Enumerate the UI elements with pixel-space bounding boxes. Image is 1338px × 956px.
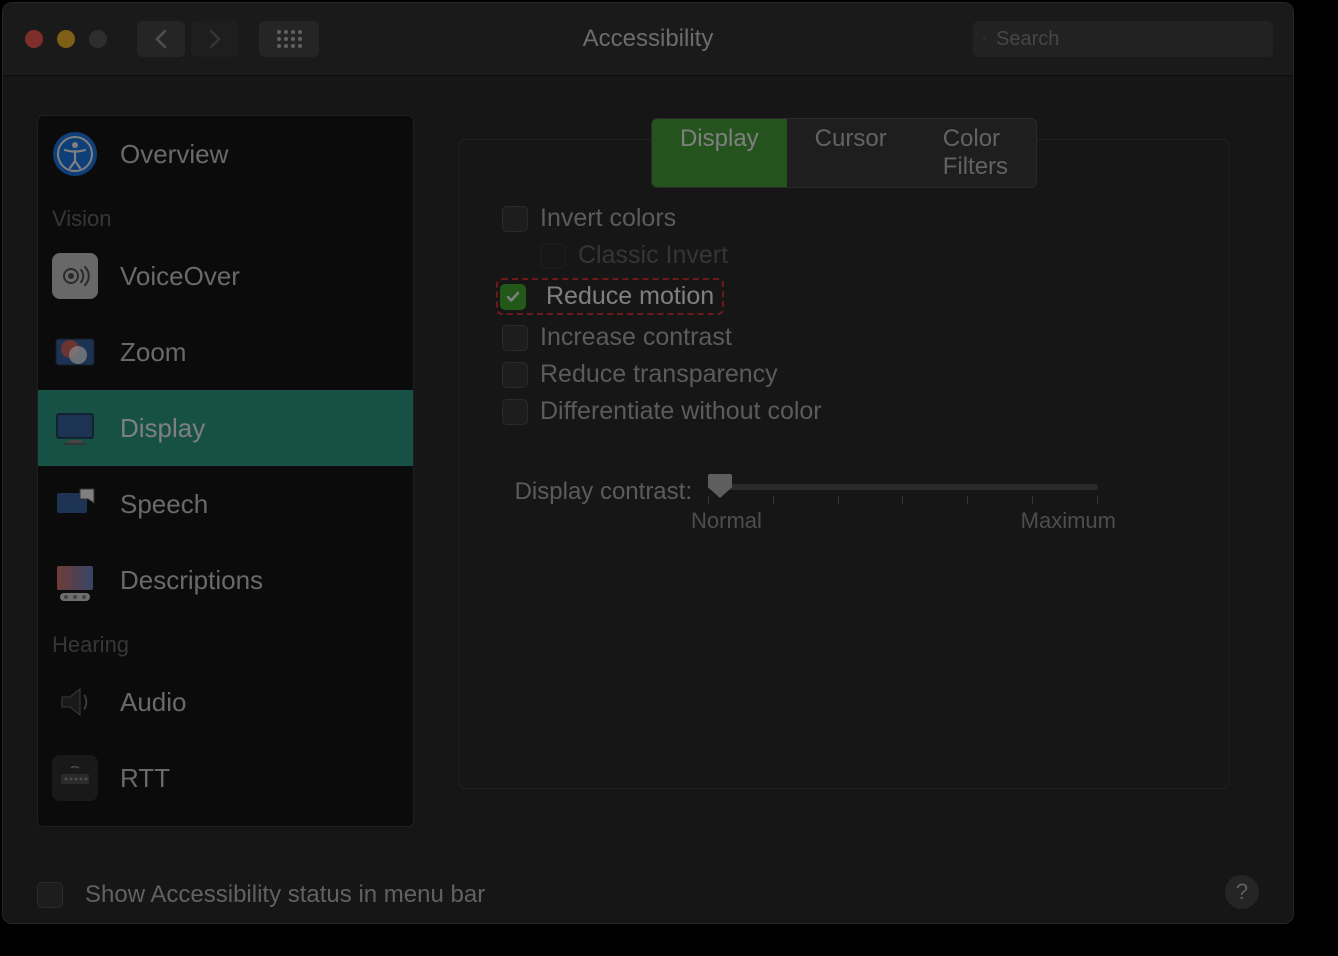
tab-color-filters[interactable]: Color Filters xyxy=(915,119,1036,187)
chevron-right-icon xyxy=(208,29,222,49)
display-contrast-slider[interactable] xyxy=(708,484,1098,490)
sidebar-item-voiceover[interactable]: VoiceOver xyxy=(38,238,413,314)
show-all-button[interactable] xyxy=(259,21,319,57)
checkbox-show-status-menubar[interactable] xyxy=(37,882,63,908)
option-label: Differentiate without color xyxy=(540,397,822,426)
close-window-button[interactable] xyxy=(25,30,43,48)
sidebar-item-label: Zoom xyxy=(120,337,413,368)
display-options: Invert colors Classic Invert Reduce moti… xyxy=(502,196,1168,534)
option-label: Classic Invert xyxy=(578,241,728,270)
option-label: Increase contrast xyxy=(540,323,732,352)
sidebar-item-label: RTT xyxy=(120,763,413,794)
sidebar-section-vision: Vision xyxy=(38,192,413,238)
sidebar: Overview Vision VoiceOver Zoom Display xyxy=(37,115,414,827)
option-increase-contrast[interactable]: Increase contrast xyxy=(502,323,1168,352)
window-controls xyxy=(25,30,107,48)
sidebar-item-overview[interactable]: Overview xyxy=(38,116,413,192)
option-label: Reduce transparency xyxy=(540,360,778,389)
sidebar-item-label: Display xyxy=(120,413,413,444)
zoom-icon xyxy=(52,329,98,375)
audio-icon xyxy=(52,679,98,725)
checkbox-reduce-motion[interactable] xyxy=(500,284,526,310)
checkbox-differentiate-without-color[interactable] xyxy=(502,399,528,425)
slider-max-label: Maximum xyxy=(1021,508,1116,534)
display-panel: Display Cursor Color Filters Invert colo… xyxy=(459,139,1229,789)
option-label: Invert colors xyxy=(540,204,676,233)
minimize-window-button[interactable] xyxy=(57,30,75,48)
show-status-label: Show Accessibility status in menu bar xyxy=(85,881,485,909)
search-icon xyxy=(983,30,986,48)
help-icon: ? xyxy=(1236,879,1248,905)
tab-cursor[interactable]: Cursor xyxy=(787,119,915,187)
sidebar-item-audio[interactable]: Audio xyxy=(38,664,413,740)
option-invert-colors[interactable]: Invert colors xyxy=(502,204,1168,233)
option-reduce-motion-highlight: Reduce motion xyxy=(496,278,724,315)
checkbox-reduce-transparency[interactable] xyxy=(502,362,528,388)
forward-button[interactable] xyxy=(191,21,239,57)
bottom-bar: Show Accessibility status in menu bar ? xyxy=(37,881,1259,909)
option-label: Reduce motion xyxy=(546,282,714,311)
slider-thumb[interactable] xyxy=(708,474,732,498)
option-differentiate-without-color[interactable]: Differentiate without color xyxy=(502,397,1168,426)
sidebar-item-speech[interactable]: Speech xyxy=(38,466,413,542)
checkbox-increase-contrast[interactable] xyxy=(502,325,528,351)
speech-icon xyxy=(52,481,98,527)
display-contrast-slider-wrap: Normal Maximum xyxy=(708,476,1168,534)
rtt-icon xyxy=(52,755,98,801)
nav-buttons xyxy=(137,21,239,57)
sidebar-item-label: Audio xyxy=(120,687,413,718)
slider-ticks xyxy=(708,496,1098,504)
option-reduce-transparency[interactable]: Reduce transparency xyxy=(502,360,1168,389)
back-button[interactable] xyxy=(137,21,185,57)
tab-display[interactable]: Display xyxy=(652,119,787,187)
search-field[interactable] xyxy=(973,21,1273,57)
display-contrast-label: Display contrast: xyxy=(502,476,708,506)
checkbox-classic-invert xyxy=(540,243,566,269)
descriptions-icon xyxy=(52,557,98,603)
tab-bar: Display Cursor Color Filters xyxy=(651,118,1037,188)
sidebar-section-hearing: Hearing xyxy=(38,618,413,664)
sidebar-item-label: Descriptions xyxy=(120,565,413,596)
search-input[interactable] xyxy=(994,27,1263,52)
grid-icon xyxy=(276,29,302,49)
sidebar-item-descriptions[interactable]: Descriptions xyxy=(38,542,413,618)
titlebar: Accessibility xyxy=(3,3,1293,76)
sidebar-item-rtt[interactable]: RTT xyxy=(38,740,413,816)
checkbox-invert-colors[interactable] xyxy=(502,206,528,232)
display-contrast-row: Display contrast: Normal Maximum xyxy=(502,476,1168,534)
sidebar-item-display[interactable]: Display xyxy=(38,390,413,466)
sidebar-item-label: VoiceOver xyxy=(120,261,413,292)
sidebar-item-label: Overview xyxy=(120,139,413,170)
option-classic-invert: Classic Invert xyxy=(540,241,1168,270)
slider-labels: Normal Maximum xyxy=(691,508,1116,534)
zoom-window-button[interactable] xyxy=(89,30,107,48)
display-icon xyxy=(52,405,98,451)
voiceover-icon xyxy=(52,253,98,299)
preferences-window: Accessibility Overview Vision VoiceOver xyxy=(2,2,1294,924)
slider-min-label: Normal xyxy=(691,508,762,534)
window-body: Overview Vision VoiceOver Zoom Display xyxy=(3,75,1293,923)
sidebar-item-label: Speech xyxy=(120,489,413,520)
accessibility-icon xyxy=(52,131,98,177)
help-button[interactable]: ? xyxy=(1225,875,1259,909)
chevron-left-icon xyxy=(154,29,168,49)
checkmark-icon xyxy=(505,289,521,305)
sidebar-item-zoom[interactable]: Zoom xyxy=(38,314,413,390)
